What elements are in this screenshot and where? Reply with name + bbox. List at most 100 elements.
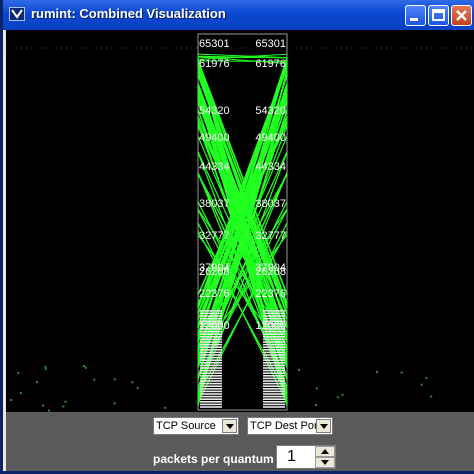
left-tick-mark xyxy=(200,372,222,374)
right-axis-label: 44334 xyxy=(255,161,286,173)
chevron-down-icon xyxy=(320,424,328,429)
packet-dot xyxy=(420,383,423,386)
right-tick-mark xyxy=(263,406,285,408)
left-axis-dropdown-arrow[interactable] xyxy=(222,419,237,433)
left-tick-mark xyxy=(200,320,222,322)
left-tick-mark xyxy=(200,375,222,377)
chevron-up-icon xyxy=(321,449,329,454)
left-tick-mark xyxy=(200,380,222,382)
app-window: rumint: Combined Visualization 65301 6197… xyxy=(0,0,474,474)
packet-dot xyxy=(44,365,47,368)
right-tick-mark xyxy=(263,403,285,406)
right-tick-mark xyxy=(263,341,285,343)
right-tick-mark xyxy=(263,323,285,325)
left-tick-mark xyxy=(200,346,222,348)
right-tick-mark xyxy=(263,312,285,315)
right-tick-mark xyxy=(263,359,285,361)
packet-dot xyxy=(64,400,67,403)
right-tick-mark xyxy=(263,372,285,374)
visualization-canvas[interactable]: 65301 61976 54320 49400 44334 38037 32777 37904… xyxy=(6,30,474,412)
packet-dot xyxy=(376,371,378,374)
packet-dot xyxy=(131,381,134,384)
right-tick-mark xyxy=(263,401,285,403)
right-axis-label: 54320 xyxy=(255,105,286,117)
left-tick-mark xyxy=(200,325,222,328)
left-tick-mark xyxy=(200,388,222,390)
maximize-button[interactable] xyxy=(428,5,449,26)
right-axis-dropdown-arrow[interactable] xyxy=(316,419,331,433)
left-tick-mark xyxy=(200,351,222,354)
right-axis-label: 38037 xyxy=(255,198,286,210)
right-axis-label: 61976 xyxy=(255,58,286,70)
connection-line xyxy=(197,60,288,295)
right-tick-mark xyxy=(263,328,285,330)
right-tick-mark xyxy=(263,346,285,348)
right-tick-mark xyxy=(263,390,285,393)
packet-dot xyxy=(17,372,20,374)
packet-dot xyxy=(136,387,139,389)
right-tick-mark xyxy=(263,367,285,369)
right-axis-label: 22376 xyxy=(255,288,286,300)
left-tick-mark xyxy=(200,338,222,341)
right-axis-select[interactable]: TCP Dest Por xyxy=(247,417,333,435)
left-tick-mark xyxy=(200,401,222,403)
spinner-up-button[interactable] xyxy=(315,446,335,457)
packet-dot xyxy=(341,393,344,396)
left-tick-mark xyxy=(200,349,222,351)
chevron-down-icon xyxy=(321,460,329,465)
right-tick-mark xyxy=(263,320,285,322)
left-tick-mark xyxy=(200,341,222,343)
left-tick-mark xyxy=(200,310,222,312)
left-tick-mark xyxy=(200,382,222,385)
spinner-down-button[interactable] xyxy=(315,457,335,468)
maximize-icon xyxy=(432,9,445,21)
left-tick-mark xyxy=(200,356,222,359)
left-tick-mark xyxy=(200,403,222,406)
app-icon xyxy=(9,7,25,21)
right-tick-mark xyxy=(263,330,285,333)
right-axis-label: 32777 xyxy=(255,230,286,242)
right-tick-mark xyxy=(263,317,285,320)
right-tick-mark xyxy=(263,356,285,359)
right-tick-mark xyxy=(263,325,285,328)
right-tick-mark xyxy=(263,380,285,382)
left-tick-mark xyxy=(200,323,222,325)
packet-dot xyxy=(113,402,116,405)
left-axis-label: 38037 xyxy=(199,198,230,210)
left-tick-mark xyxy=(200,330,222,333)
chevron-down-icon xyxy=(226,424,234,429)
packet-dot xyxy=(36,381,38,383)
packets-per-quantum-value[interactable]: 1 xyxy=(287,448,296,466)
right-tick-mark xyxy=(263,388,285,390)
packets-per-quantum-spinner[interactable]: 1 xyxy=(276,445,336,469)
packet-dot xyxy=(113,378,116,381)
right-tick-mark xyxy=(263,336,285,338)
left-axis-label: 26208 xyxy=(199,266,230,278)
parallel-coordinates-plot: 6530161976543204940044334380373277737904… xyxy=(6,33,474,412)
packet-dot xyxy=(315,387,318,390)
right-tick-mark xyxy=(263,385,285,387)
right-axis-select-value: TCP Dest Por xyxy=(250,420,318,432)
right-axis-label: 65301 xyxy=(255,38,286,50)
left-tick-mark xyxy=(200,328,222,330)
left-axis-select[interactable]: TCP Source xyxy=(153,417,239,435)
right-tick-mark xyxy=(263,343,285,346)
close-button[interactable] xyxy=(451,5,472,26)
packet-dot xyxy=(44,368,47,371)
title-bar[interactable]: rumint: Combined Visualization xyxy=(3,0,474,30)
right-tick-mark xyxy=(263,362,285,364)
right-tick-mark xyxy=(263,315,285,317)
right-tick-mark xyxy=(263,377,285,380)
packet-dot xyxy=(336,396,339,399)
right-tick-mark xyxy=(263,398,285,400)
left-tick-mark xyxy=(200,390,222,393)
left-tick-mark xyxy=(200,393,222,395)
minimize-button[interactable] xyxy=(405,5,426,26)
minimize-icon xyxy=(410,18,418,21)
right-tick-mark xyxy=(263,393,285,395)
left-tick-mark xyxy=(200,369,222,372)
close-icon xyxy=(456,10,467,21)
left-tick-mark xyxy=(200,406,222,408)
packet-dot xyxy=(315,404,317,407)
right-tick-mark xyxy=(263,310,285,312)
